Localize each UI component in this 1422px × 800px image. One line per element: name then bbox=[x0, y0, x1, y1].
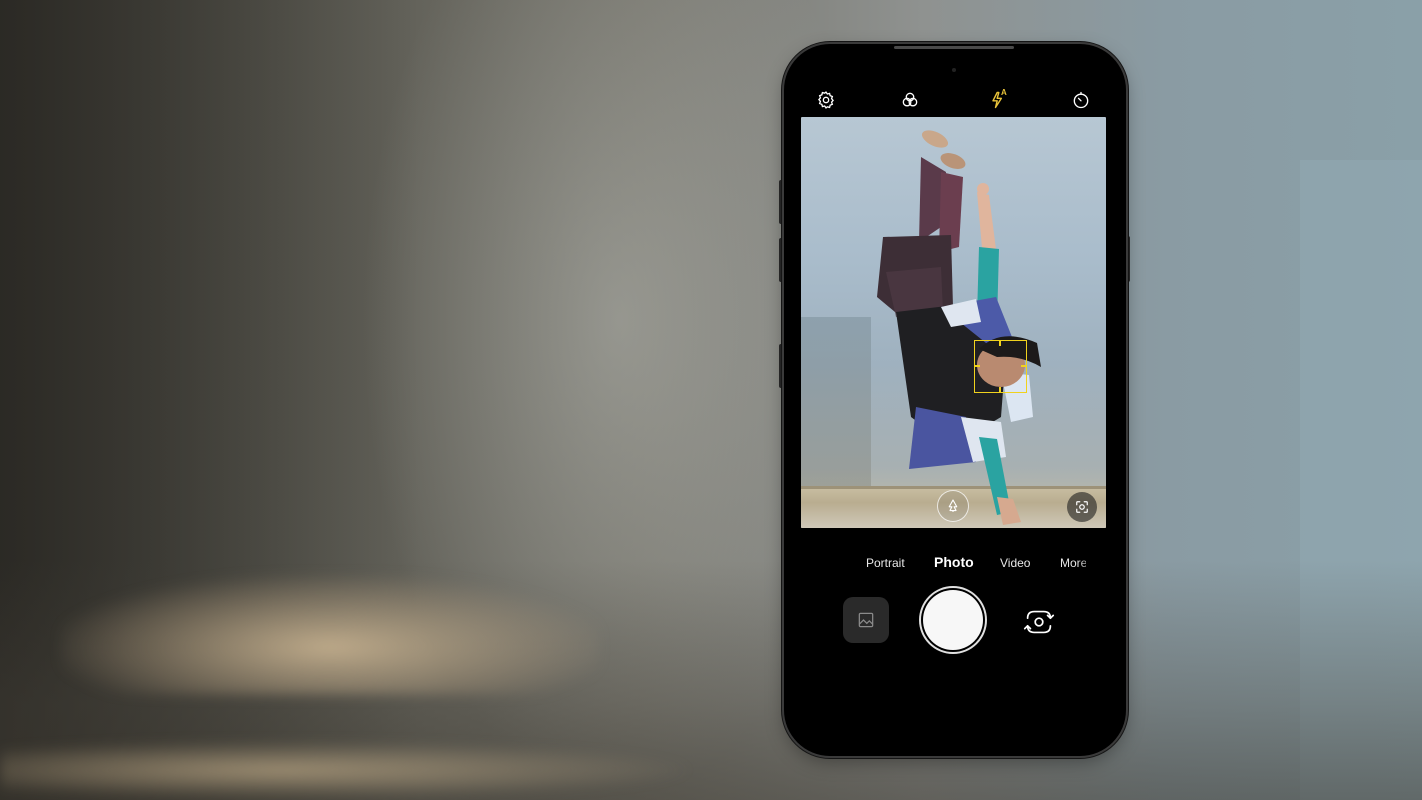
camera-top-bar: A bbox=[784, 88, 1126, 116]
timer-icon[interactable] bbox=[1069, 88, 1093, 112]
gallery-button[interactable] bbox=[843, 597, 889, 643]
phone-volume-up bbox=[779, 180, 783, 224]
gallery-icon bbox=[858, 612, 874, 628]
front-camera-dot bbox=[952, 68, 956, 72]
scene-detect-icon[interactable] bbox=[937, 490, 969, 522]
phone-side-key bbox=[779, 344, 783, 388]
flash-auto-icon[interactable]: A bbox=[986, 88, 1010, 112]
earpiece-slot bbox=[894, 46, 1014, 49]
mode-photo[interactable]: Photo bbox=[934, 554, 974, 570]
phone-power-button bbox=[1126, 236, 1130, 282]
background-light-streak bbox=[60, 575, 600, 695]
blurred-background bbox=[0, 0, 1422, 800]
background-light-streak-lower bbox=[0, 740, 700, 800]
switch-camera-icon bbox=[1023, 610, 1055, 634]
shutter-button[interactable] bbox=[923, 590, 983, 650]
phone-frame: A Portrait Photo Video More bbox=[784, 44, 1126, 756]
camera-viewfinder[interactable] bbox=[801, 117, 1106, 528]
mode-portrait[interactable]: Portrait bbox=[866, 556, 905, 570]
mode-video[interactable]: Video bbox=[1000, 556, 1030, 570]
phone-volume-down bbox=[779, 238, 783, 282]
mode-fade-edge bbox=[1076, 550, 1106, 578]
lens-switch-icon[interactable] bbox=[1067, 492, 1097, 522]
settings-gear-icon[interactable] bbox=[814, 88, 838, 112]
switch-camera-button[interactable] bbox=[1018, 601, 1060, 643]
filters-icon[interactable] bbox=[898, 88, 922, 112]
breakdancer-subject bbox=[877, 130, 1041, 525]
flash-mode-label: A bbox=[1001, 88, 1007, 97]
face-focus-box bbox=[974, 340, 1027, 393]
camera-mode-selector: Portrait Photo Video More bbox=[784, 550, 1126, 578]
